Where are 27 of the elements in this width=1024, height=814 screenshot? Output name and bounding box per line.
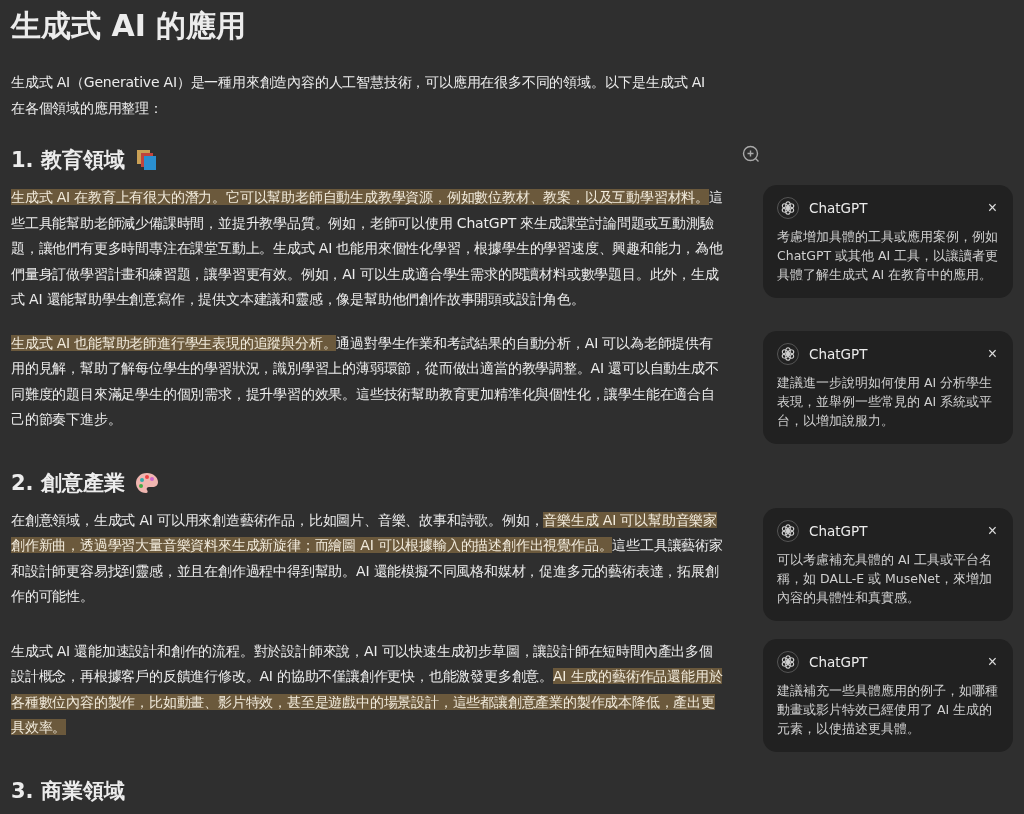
openai-logo-icon [777, 342, 799, 365]
comment-text: 建議進一步說明如何使用 AI 分析學生表現，並舉例一些常見的 AI 系統或平台，以增加說服力。 [777, 373, 994, 430]
comment-author: ChatGPT [809, 653, 869, 670]
openai-logo-icon [777, 197, 799, 219]
openai-logo-icon [777, 650, 799, 673]
section-heading: 1. 教育領域 [11, 147, 125, 174]
close-button[interactable]: × [985, 200, 999, 216]
close-button[interactable]: × [985, 345, 999, 362]
close-button[interactable]: × [985, 653, 999, 670]
openai-logo-icon [777, 519, 799, 542]
body-paragraph: 生成式 AI 還能加速設計和創作的流程。對於設計師來說，AI 可以快速生成初步草圖，讓設計師在短時間內產出多個設計概念，再根據客戶的反饋進行修改。AI 的協助不僅讓創作更快，也能激發更多創意。AI 生成的藝術作品還能用於各種數位內容的製作，比如動畫、影片特效，甚至是遊戲中的場景設計，這些都讓創意產業的製作成本降低，產出更具效率。 [11, 641, 723, 737]
comment-text: 建議補充一些具體應用的例子，如哪種動畫或影片特效已經使用了 AI 生成的元素，以使描述更具體。 [777, 681, 999, 738]
body-paragraph: 生成式 AI 在教育上有很大的潛力。它可以幫助老師自動生成教學資源，例如數位教材、教案，以及互動學習材料。這些工具能幫助老師減少備課時間，並提升教學品質。例如，老師可以使用 ChatGPT 來生成課堂討論問題或互動測驗題，讓他們有更多時間專注在課堂互動上。生成式 AI 也能用來個性化學習，根據學生的學習速度、興趣和能力，為他們量身訂做學習計畫和練習題，讓學習更有效。例如，AI 可以生成適合學生需求的閱讀材料或數學題目。此外，生成式 AI 還能幫助學生創意寫作，提供文本建議和靈感，像是幫助他們創作故事開頭或設計角色。 [11, 188, 723, 309]
document-title: 生成式 AI 的應用 [11, 7, 248, 45]
books-icon [134, 149, 159, 171]
close-button[interactable]: × [985, 522, 999, 539]
section-heading: 3. 商業領域 [11, 777, 125, 805]
intro-paragraph: 生成式 AI（Generative AI）是一種用來創造內容的人工智慧技術，可以應用在很多不同的領域。以下是生成式 AI 在各個領域的應用整理： [11, 73, 707, 118]
section-heading: 2. 創意產業 [11, 469, 125, 497]
comment-text: 可以考慮補充具體的 AI 工具或平台名稱，如 DALL-E 或 MuseNet，來增加內容的具體性和真實感。 [777, 550, 994, 607]
body-paragraph: 在創意領域，生成式 AI 可以用來創造藝術作品，比如圖片、音樂、故事和詩歌。例如，音樂生成 AI 可以幫助音樂家創作新曲，透過學習大量音樂資料來生成新旋律；而繪圖 AI 可以根據輸入的描述創作出視覺作品。這些工具讓藝術家和設計師更容易找到靈感，並且在創作過程中得到幫助。AI 還能模擬不同風格和媒材，促進多元的藝術表達，拓展創作的可能性。 [11, 510, 723, 606]
palette-icon [134, 471, 159, 494]
comment-author: ChatGPT [809, 200, 869, 216]
body-paragraph: 生成式 AI 也能幫助老師進行學生表現的追蹤與分析。通過對學生作業和考試結果的自動分析，AI 可以為老師提供有用的見解，幫助了解每位學生的學習狀況，識別學習上的薄弱環節，從而做出適當的教學調整。AI 還可以自動生成不同難度的題目來滿足學生的個別需求，提升學習的效果。這些技術幫助教育更加精準化與個性化，讓學生能在適合自己的節奏下進步。 [11, 333, 720, 429]
comment-text: 考慮增加具體的工具或應用案例，例如 ChatGPT 或其他 AI 工具，以讓讀者更具體了解生成式 AI 在教育中的應用。 [777, 228, 999, 284]
comment-author: ChatGPT [809, 345, 869, 362]
comment-author: ChatGPT [809, 522, 869, 539]
